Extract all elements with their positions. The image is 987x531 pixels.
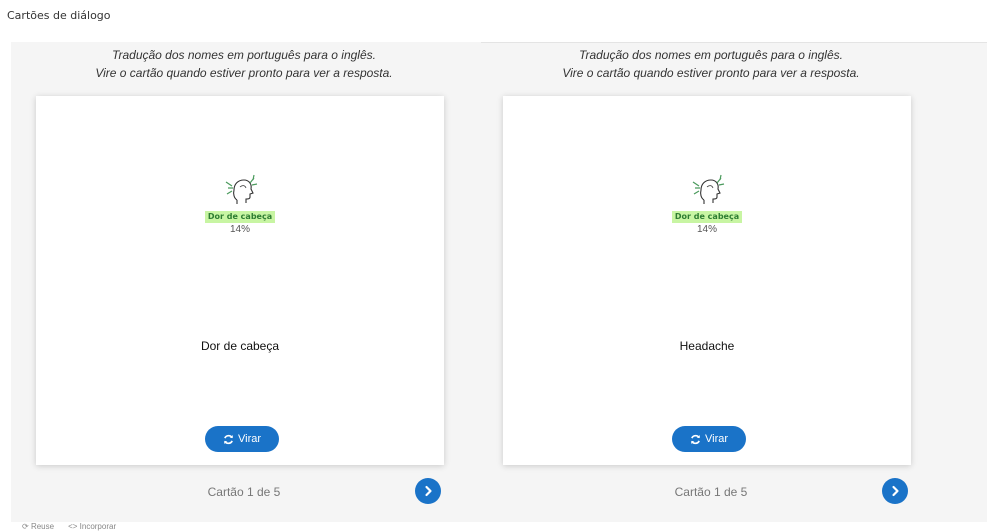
flip-label: Virar <box>237 433 262 445</box>
card-image: Dor de cabeça 14% <box>503 170 911 240</box>
instructions-line-2: Vire o cartão quando estiver pronto para… <box>95 66 393 80</box>
image-label: Dor de cabeça <box>671 211 743 223</box>
image-percent: 14% <box>696 224 717 235</box>
reuse-link[interactable]: ⟳ Reuse <box>22 522 54 531</box>
card-text: Headache <box>679 339 735 353</box>
chevron-right-icon <box>425 485 432 497</box>
reuse-label: Reuse <box>30 522 55 531</box>
embed-link[interactable]: <> Incorporar <box>68 522 116 531</box>
card-text: Dor de cabeça <box>200 339 280 353</box>
next-card-button[interactable] <box>415 478 441 504</box>
card-image: Dor de cabeça 14% <box>36 170 444 240</box>
flashcard: Dor de cabeça 14% Headache Virar <box>503 96 911 465</box>
instructions: Tradução dos nomes em português para o i… <box>11 46 477 82</box>
image-label: Dor de cabeça <box>204 211 276 223</box>
flip-label: Virar <box>704 433 729 445</box>
headache-head-icon <box>692 174 725 204</box>
instructions: Tradução dos nomes em português para o i… <box>478 46 944 82</box>
flashcard: Dor de cabeça 14% Dor de cabeça Virar <box>36 96 444 465</box>
embed-label: Incorporar <box>79 522 117 531</box>
image-percent: 14% <box>229 224 250 235</box>
footer: ⟳ Reuse <> Incorporar <box>22 522 116 531</box>
flip-button[interactable]: Virar <box>672 426 746 452</box>
instructions-line-1: Tradução dos nomes em português para o i… <box>112 48 376 62</box>
refresh-icon <box>691 434 700 444</box>
next-card-button[interactable] <box>882 478 908 504</box>
chevron-right-icon <box>892 485 899 497</box>
instructions-line-1: Tradução dos nomes em português para o i… <box>579 48 843 62</box>
dialog-card-back: Tradução dos nomes em português para o i… <box>478 42 944 522</box>
refresh-icon <box>224 434 233 444</box>
page-title: Cartões de diálogo <box>7 9 111 22</box>
card-counter: Cartão 1 de 5 <box>207 485 281 499</box>
card-counter: Cartão 1 de 5 <box>674 485 748 499</box>
instructions-line-2: Vire o cartão quando estiver pronto para… <box>562 66 860 80</box>
flip-button[interactable]: Virar <box>205 426 279 452</box>
headache-head-icon <box>225 174 258 204</box>
dialog-card-front: Tradução dos nomes em português para o i… <box>11 42 477 522</box>
